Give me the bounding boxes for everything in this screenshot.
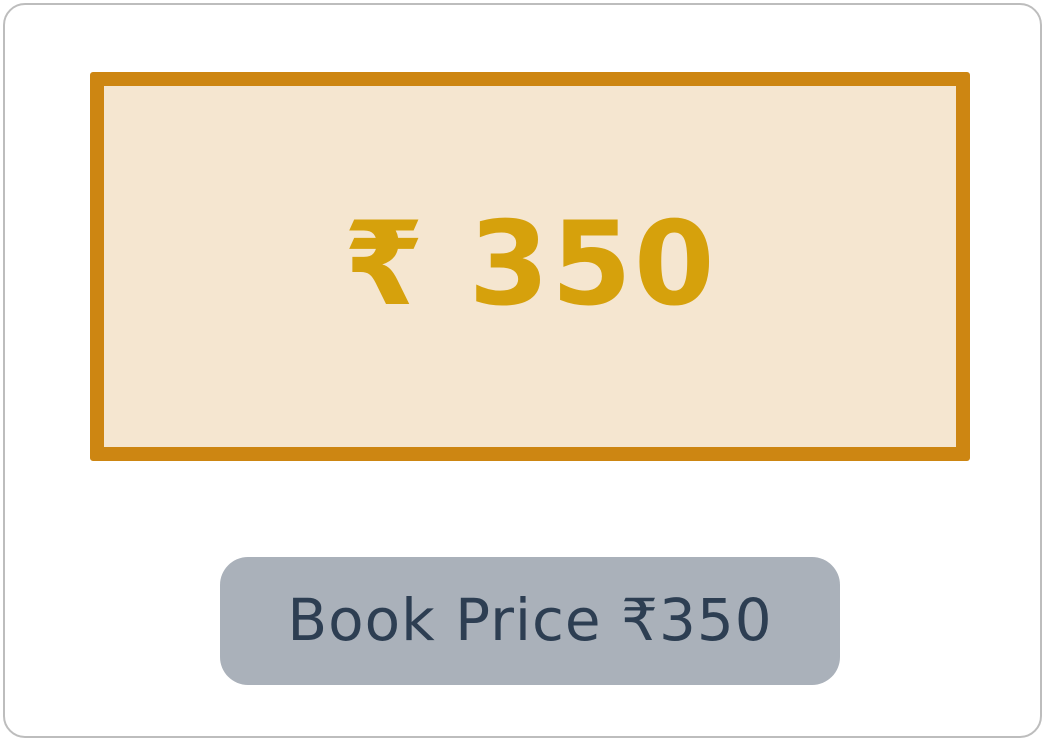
- book-price-label-text: Book Price ₹350: [287, 586, 773, 654]
- price-display-box: ₹ 350: [90, 72, 970, 461]
- price-amount: ₹ 350: [343, 196, 717, 332]
- price-card: ₹ 350 Book Price ₹350: [3, 3, 1042, 738]
- book-price-label: Book Price ₹350: [220, 557, 840, 685]
